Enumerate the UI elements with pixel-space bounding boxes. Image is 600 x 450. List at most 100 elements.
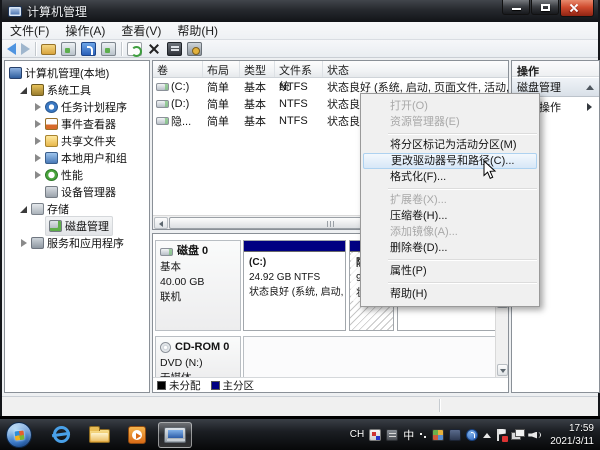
taskbar-explorer-button[interactable] — [82, 422, 116, 448]
tray-date: 2021/3/11 — [550, 435, 594, 448]
tree-item-services-applications[interactable]: 服务和应用程序 — [5, 234, 149, 251]
mouse-cursor — [483, 160, 497, 180]
primary-partition-swatch — [211, 381, 220, 390]
performance-icon — [45, 169, 58, 181]
local-users-groups-icon — [45, 152, 58, 164]
legend-primary-partition: 主分区 — [211, 378, 255, 393]
collapsed-arrow-icon[interactable] — [33, 153, 42, 162]
cdrom-region[interactable] — [243, 336, 496, 380]
menu-action[interactable]: 操作(A) — [57, 22, 113, 39]
partition-c[interactable]: (C:) 24.92 GB NTFS 状态良好 (系统, 启动, 页 — [243, 240, 346, 331]
tray-time: 17:59 — [550, 422, 594, 435]
menu-item-format[interactable]: 格式化(F)... — [363, 169, 537, 185]
windows-logo-icon — [15, 430, 25, 440]
context-menu: 打开(O) 资源管理器(E) 将分区标记为活动分区(M) 更改驱动器号和路径(C… — [360, 93, 540, 307]
column-volume[interactable]: 卷 — [153, 61, 203, 77]
menu-item-help[interactable]: 帮助(H) — [363, 286, 537, 302]
maximize-button[interactable] — [531, 0, 559, 15]
tree-item-disk-management[interactable]: 磁盘管理 — [5, 217, 149, 234]
tree-indent — [33, 221, 42, 230]
disk0-type: 基本 — [160, 260, 236, 275]
language-bar-icon[interactable] — [432, 429, 444, 441]
tree-item-shared-folders[interactable]: 共享文件夹 — [5, 132, 149, 149]
ime-keyboard-icon[interactable] — [386, 429, 398, 441]
taskbar-computer-management-button[interactable] — [158, 422, 192, 448]
tree-item-event-viewer[interactable]: 事件查看器 — [5, 115, 149, 132]
column-filesystem[interactable]: 文件系统 — [275, 61, 323, 77]
folder-icon[interactable] — [41, 44, 56, 55]
scroll-left-icon[interactable] — [154, 217, 168, 229]
menu-help[interactable]: 帮助(H) — [169, 22, 226, 39]
expanded-arrow-icon[interactable] — [19, 204, 28, 213]
disk-icon — [160, 248, 173, 256]
menu-item-change-drive-letter[interactable]: 更改驱动器号和路径(C)... — [363, 153, 537, 169]
disk0-status: 联机 — [160, 290, 236, 305]
volume-icon[interactable] — [528, 429, 541, 441]
ime-input-style-icon[interactable] — [369, 429, 381, 441]
network-icon[interactable] — [511, 429, 523, 441]
title-bar[interactable]: 计算机管理 — [2, 0, 598, 22]
tree-item-task-scheduler[interactable]: 任务计划程序 — [5, 98, 149, 115]
menu-file[interactable]: 文件(F) — [2, 22, 57, 39]
column-status[interactable]: 状态 — [323, 61, 508, 77]
cdrom-header[interactable]: CD-ROM 0 DVD (N:) 无媒体 — [155, 336, 241, 380]
tree-item-storage[interactable]: 存储 — [5, 200, 149, 217]
tree-item-local-users-groups[interactable]: 本地用户和组 — [5, 149, 149, 166]
cdrom-drive: DVD (N:) — [160, 356, 236, 371]
window-title: 计算机管理 — [27, 3, 87, 20]
taskbar-media-player-button[interactable] — [120, 422, 154, 448]
menu-item-delete-volume[interactable]: 删除卷(D)... — [363, 240, 537, 256]
menu-item-shrink-volume[interactable]: 压缩卷(H)... — [363, 208, 537, 224]
input-method-icon[interactable] — [449, 429, 461, 441]
collapsed-arrow-icon[interactable] — [33, 119, 42, 128]
disk0-size: 40.00 GB — [160, 275, 236, 290]
menu-view[interactable]: 查看(V) — [113, 22, 169, 39]
back-icon[interactable] — [7, 43, 16, 55]
delete-icon[interactable] — [147, 42, 162, 56]
close-button[interactable] — [560, 0, 594, 17]
computer-icon — [9, 67, 22, 79]
drive-icon — [156, 117, 169, 125]
collapsed-arrow-icon[interactable] — [33, 170, 42, 179]
column-layout[interactable]: 布局 — [203, 61, 240, 77]
taskbar-clock[interactable]: 17:59 2021/3/11 — [550, 422, 594, 448]
settings-icon[interactable] — [187, 42, 202, 56]
scroll-down-icon[interactable] — [497, 364, 508, 376]
menu-item-properties[interactable]: 属性(P) — [363, 263, 537, 279]
task-scheduler-icon — [45, 101, 58, 113]
media-player-icon — [128, 426, 146, 444]
tray-expand-icon[interactable] — [483, 429, 491, 438]
minimize-button[interactable] — [502, 0, 530, 15]
forward-icon[interactable] — [21, 43, 30, 55]
partition-legend: 未分配 主分区 — [153, 377, 508, 392]
tree-item-system-tools[interactable]: 系统工具 — [5, 81, 149, 98]
disk0-header[interactable]: 磁盘 0 基本 40.00 GB 联机 — [155, 240, 241, 331]
column-type[interactable]: 类型 — [240, 61, 275, 77]
expanded-arrow-icon[interactable] — [19, 85, 28, 94]
console-window-icon[interactable] — [61, 42, 76, 56]
collapse-arrow-icon[interactable] — [586, 81, 594, 90]
help-icon[interactable] — [81, 42, 96, 56]
tree-item-performance[interactable]: 性能 — [5, 166, 149, 183]
start-button[interactable] — [6, 422, 32, 448]
menu-item-mark-active[interactable]: 将分区标记为活动分区(M) — [363, 137, 537, 153]
tree-indent — [33, 187, 42, 196]
console-window-icon[interactable] — [101, 42, 116, 56]
taskbar-ie-button[interactable] — [44, 422, 78, 448]
help-tray-icon[interactable] — [466, 429, 478, 441]
collapsed-arrow-icon[interactable] — [19, 238, 28, 247]
ime-punctuation-icon[interactable] — [419, 430, 427, 440]
menu-separator — [388, 282, 537, 283]
ime-language-label[interactable]: CH — [350, 429, 364, 440]
ime-mode-label[interactable]: 中 — [403, 427, 414, 443]
selected-tree-item[interactable]: 磁盘管理 — [45, 216, 113, 236]
collapsed-arrow-icon[interactable] — [33, 102, 42, 111]
internet-explorer-icon — [53, 426, 70, 443]
refresh-icon[interactable] — [127, 42, 142, 56]
properties-icon[interactable] — [167, 42, 182, 56]
collapsed-arrow-icon[interactable] — [33, 136, 42, 145]
tree-item-computer-management[interactable]: 计算机管理(本地) — [5, 64, 149, 81]
toolbar-separator — [35, 42, 36, 56]
action-center-flag-icon[interactable] — [496, 429, 506, 441]
tree-item-device-manager[interactable]: 设备管理器 — [5, 183, 149, 200]
